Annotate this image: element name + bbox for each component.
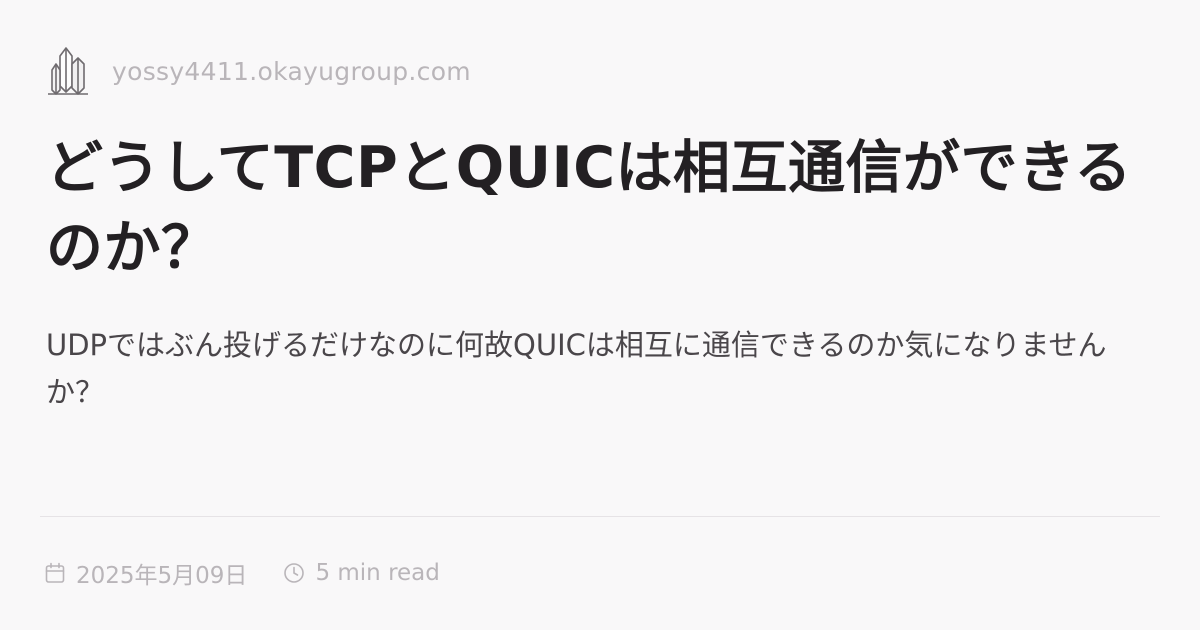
site-header: yossy4411.okayugroup.com — [46, 42, 471, 100]
divider — [40, 516, 1160, 517]
publish-date-text: 2025年5月09日 — [76, 563, 248, 589]
reading-time-text: 5 min read — [315, 560, 440, 586]
crystal-icon — [48, 47, 88, 95]
publish-date: 2025年5月09日 — [44, 556, 247, 590]
clock-icon — [284, 563, 305, 583]
calendar-icon — [45, 562, 65, 583]
reading-time: 5 min read — [283, 560, 440, 586]
site-name[interactable]: yossy4411.okayugroup.com — [112, 57, 471, 86]
post-meta: 2025年5月09日 5 min read — [44, 553, 440, 593]
og-card: yossy4411.okayugroup.com どうしてTCPとQUICは相互… — [0, 0, 1200, 630]
post-description: UDPではぶん投げるだけなのに何故QUICは相互に通信できるのか気になりませんか… — [46, 328, 1107, 409]
post-title: どうしてTCPとQUICは相互通信ができるのか？ — [46, 135, 1132, 281]
